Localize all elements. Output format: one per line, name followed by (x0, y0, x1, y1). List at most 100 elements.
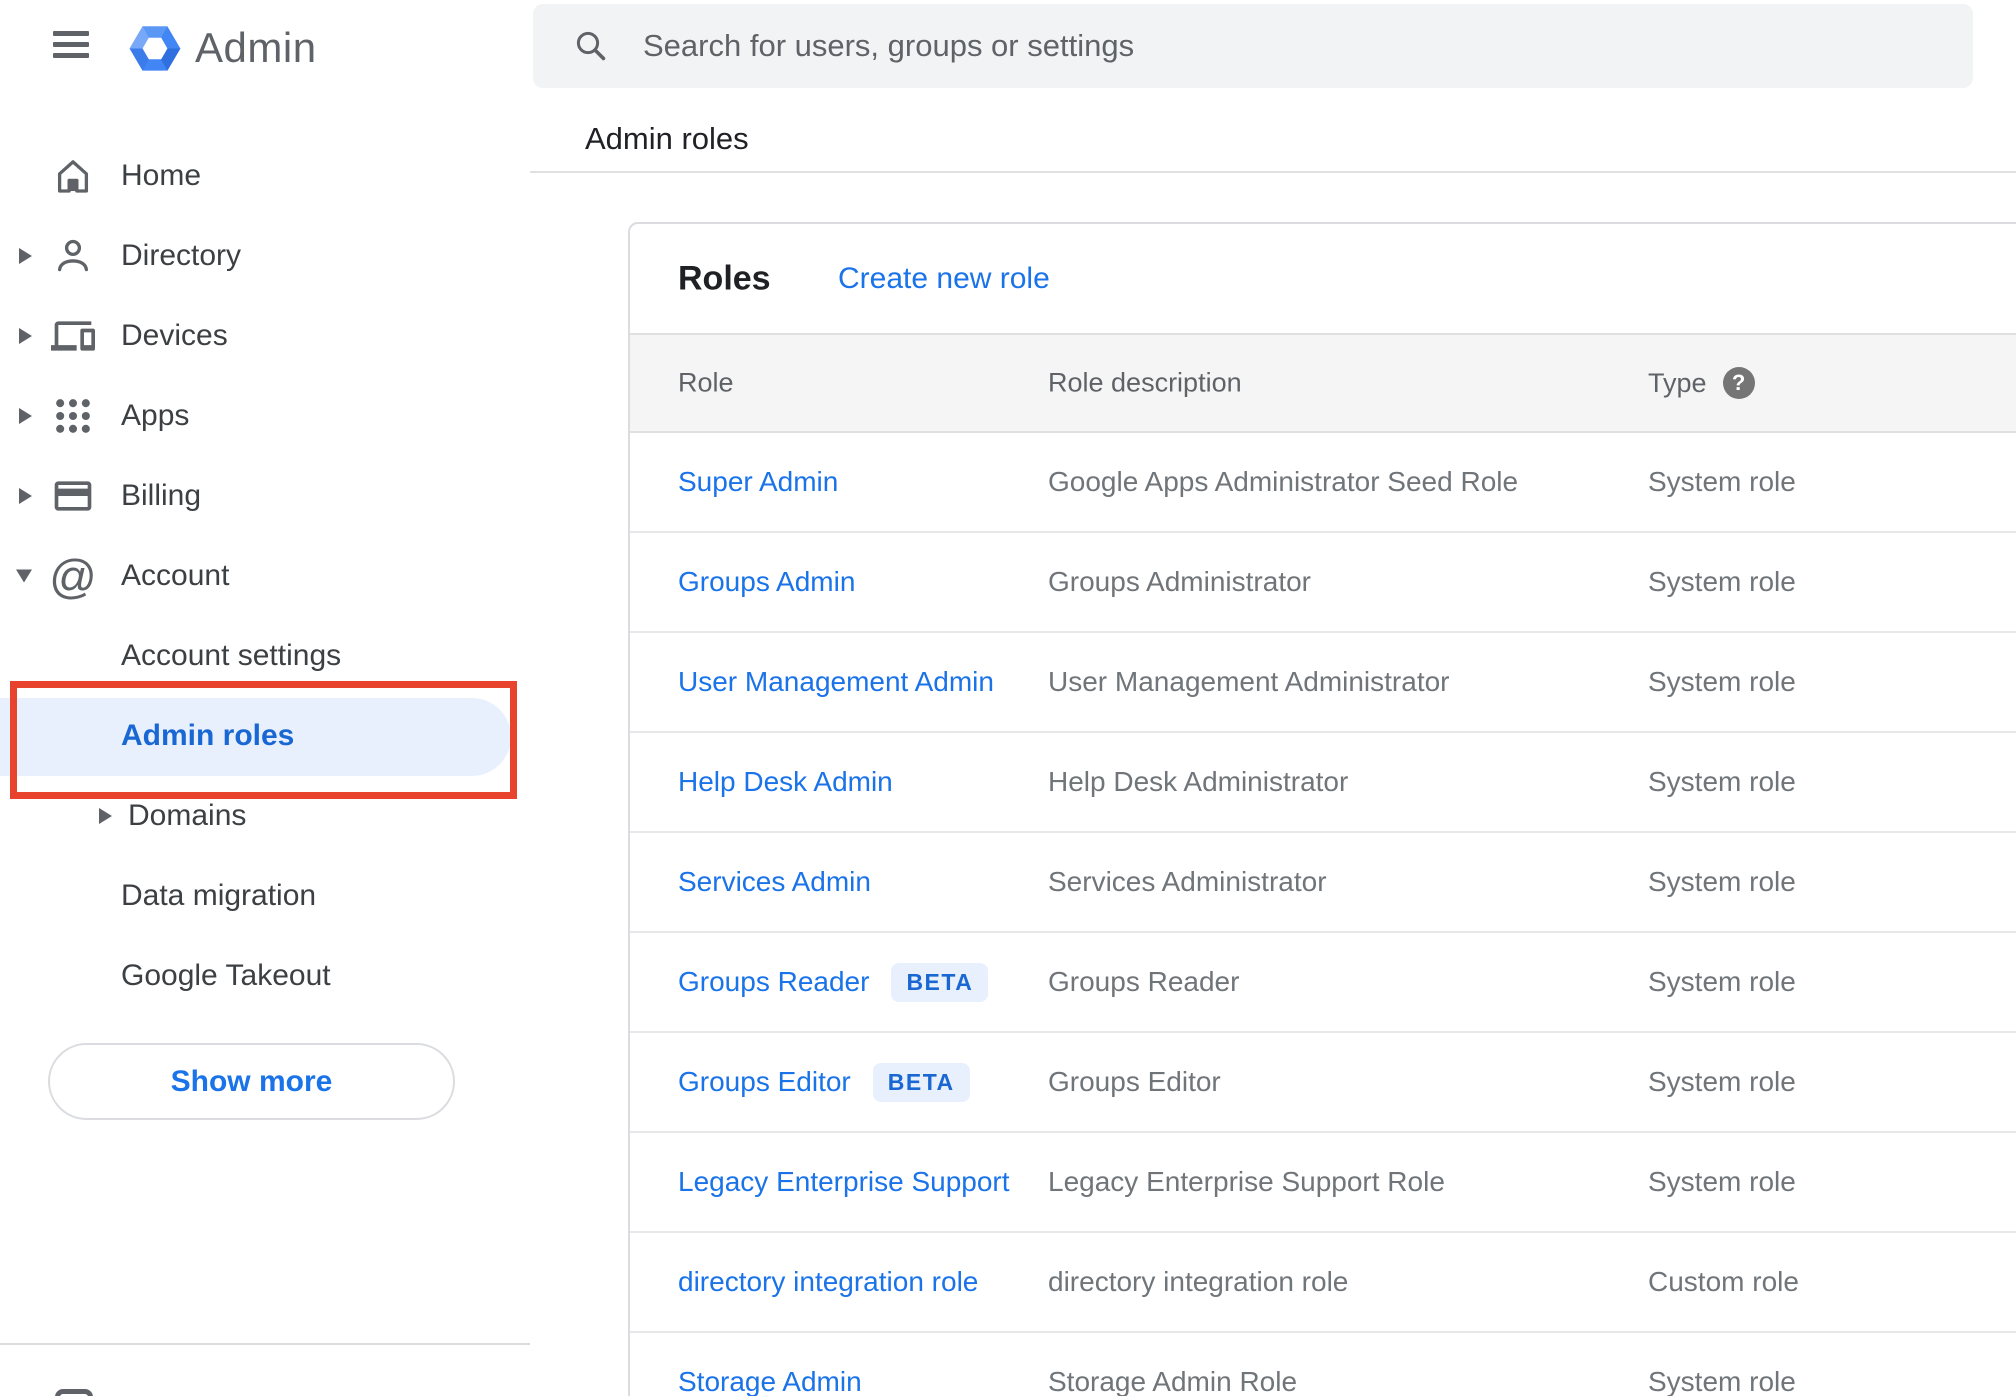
role-description-cell: Groups Administrator (1048, 566, 1311, 597)
role-description-cell: Services Administrator (1048, 866, 1327, 897)
create-new-role-link[interactable]: Create new role (838, 262, 1050, 296)
at-sign-icon: @ (49, 549, 97, 603)
role-link[interactable]: Storage Admin (678, 1366, 862, 1396)
role-type-cell: System role (1648, 1066, 1796, 1097)
role-description-cell: Help Desk Administrator (1048, 766, 1349, 797)
chevron-right-icon[interactable] (19, 488, 32, 504)
sidebar-item-admin-roles[interactable]: Admin roles (0, 696, 530, 776)
role-cell: Storage Admin (678, 1333, 862, 1396)
sidebar-item-home[interactable]: Home (0, 136, 530, 216)
role-cell: Groups Admin (678, 533, 855, 631)
table-row-help-desk-admin: Help Desk Admin Help Desk Administrator Sy… (630, 733, 2016, 833)
table-row-storage-admin: Storage Admin Storage Admin Role System ro… (630, 1333, 2016, 1396)
role-link[interactable]: Super Admin (678, 466, 838, 498)
table-row-legacy-enterprise-support: Legacy Enterprise Support Legacy Enterpri… (630, 1133, 2016, 1233)
chevron-right-icon[interactable] (19, 408, 32, 424)
table-row-groups-reader: Groups Reader BETA Groups Reader System rol… (630, 933, 2016, 1033)
table-row-groups-editor: Groups Editor BETA Groups Editor System rol… (630, 1033, 2016, 1133)
role-link[interactable]: Groups Admin (678, 566, 855, 598)
page-title: Roles (678, 259, 771, 297)
role-cell: Groups Editor BETA (678, 1033, 970, 1131)
sidebar-item-directory[interactable]: Directory (0, 216, 530, 296)
role-cell: Groups Reader BETA (678, 933, 989, 1031)
role-link[interactable]: Help Desk Admin (678, 766, 893, 798)
sidebar-item-google-takeout[interactable]: Google Takeout (0, 936, 530, 1016)
role-cell: User Management Admin (678, 633, 994, 731)
column-header-role: Role (678, 367, 734, 398)
sidebar-item-label: Home (121, 159, 202, 192)
sidebar-item-label: Devices (121, 319, 228, 352)
role-description-cell: Groups Reader (1048, 966, 1240, 997)
role-link[interactable]: Groups Editor (678, 1066, 851, 1098)
app-title: Admin (195, 24, 317, 71)
role-type-cell: System role (1648, 566, 1796, 597)
role-type-cell: System role (1648, 966, 1796, 997)
column-header-description: Role description (1048, 367, 1242, 398)
sidebar-item-account-settings[interactable]: Account settings (0, 616, 530, 696)
role-cell: Services Admin (678, 833, 871, 931)
header-divider (530, 171, 2016, 173)
show-more-button[interactable]: Show more (48, 1043, 455, 1120)
chevron-right-icon[interactable] (99, 808, 112, 824)
sidebar-item-label: Account (121, 559, 230, 592)
role-type-cell: System role (1648, 766, 1796, 797)
sidebar-item-apps[interactable]: Apps (0, 376, 530, 456)
role-link[interactable]: User Management Admin (678, 666, 994, 698)
role-type-cell: Custom role (1648, 1266, 1799, 1297)
sidebar-item-label: Directory (121, 239, 242, 272)
sidebar-item-data-migration[interactable]: Data migration (0, 856, 530, 936)
beta-badge: BETA (891, 962, 989, 1002)
sidebar-item-account[interactable]: @ Account (0, 536, 530, 616)
role-description-cell: User Management Administrator (1048, 666, 1450, 697)
sidebar-item-billing[interactable]: Billing (0, 456, 530, 536)
sidebar-item-label: Admin roles (121, 719, 295, 752)
sidebar-item-label: Google Takeout (121, 959, 331, 992)
table-header-row: Role Role description Type ? (630, 333, 2016, 433)
credit-card-icon (50, 473, 96, 519)
beta-badge: BETA (872, 1062, 970, 1102)
role-description-cell: Storage Admin Role (1048, 1366, 1298, 1396)
role-link[interactable]: Legacy Enterprise Support (678, 1166, 1010, 1198)
help-icon[interactable]: ? (1722, 367, 1755, 399)
admin-logo: Admin (128, 18, 317, 78)
sidebar-item-domains[interactable]: Domains (0, 776, 530, 856)
sidebar-item-label: Account settings (121, 639, 342, 672)
chevron-right-icon[interactable] (19, 328, 32, 344)
google-admin-console: Admin Home Directory Devices Apps Billing @ Ac… (0, 0, 2016, 1396)
role-type-cell: System role (1648, 1366, 1796, 1396)
menu-icon[interactable] (53, 31, 89, 58)
table-row-services-admin: Services Admin Services Administrator Syst… (630, 833, 2016, 933)
sidebar-item-label: Billing (121, 479, 202, 512)
sidebar-item-label: Apps (121, 399, 190, 432)
sidebar-item-devices[interactable]: Devices (0, 296, 530, 376)
roles-panel: Roles Create new role Role Role descript… (628, 222, 2016, 1396)
role-cell: Legacy Enterprise Support (678, 1133, 1010, 1231)
sidebar-nav: Home Directory Devices Apps Billing @ Account A… (0, 136, 530, 1016)
role-link[interactable]: directory integration role (678, 1266, 978, 1298)
table-row-directory-integration-role: directory integration role directory inte… (630, 1233, 2016, 1333)
chevron-right-icon[interactable] (19, 248, 32, 264)
roles-table-body: Super Admin Google Apps Administrator See… (630, 433, 2016, 1396)
role-description-cell: directory integration role (1048, 1266, 1349, 1297)
role-description-cell: Legacy Enterprise Support Role (1048, 1166, 1445, 1197)
role-link[interactable]: Groups Reader (678, 966, 869, 998)
role-type-cell: System role (1648, 1166, 1796, 1197)
admin-hexagon-icon (129, 25, 181, 71)
role-description-cell: Groups Editor (1048, 1066, 1221, 1097)
column-header-type: Type ? (1648, 367, 1755, 399)
sidebar-item-label: Data migration (121, 879, 317, 912)
sidebar-divider (0, 1343, 530, 1345)
role-type-cell: System role (1648, 866, 1796, 897)
role-cell: Super Admin (678, 433, 838, 531)
table-row-user-management-admin: User Management Admin User Management Adm… (630, 633, 2016, 733)
search-input[interactable] (641, 27, 1943, 65)
search-icon (573, 28, 609, 64)
role-link[interactable]: Services Admin (678, 866, 871, 898)
table-row-super-admin: Super Admin Google Apps Administrator See… (630, 433, 2016, 533)
role-description-cell: Google Apps Administrator Seed Role (1048, 466, 1519, 497)
chevron-down-icon[interactable] (16, 569, 32, 583)
role-type-cell: System role (1648, 466, 1796, 497)
roles-panel-header: Roles Create new role (630, 224, 2016, 333)
role-type-cell: System role (1648, 666, 1796, 697)
table-row-groups-admin: Groups Admin Groups Administrator System r… (630, 533, 2016, 633)
